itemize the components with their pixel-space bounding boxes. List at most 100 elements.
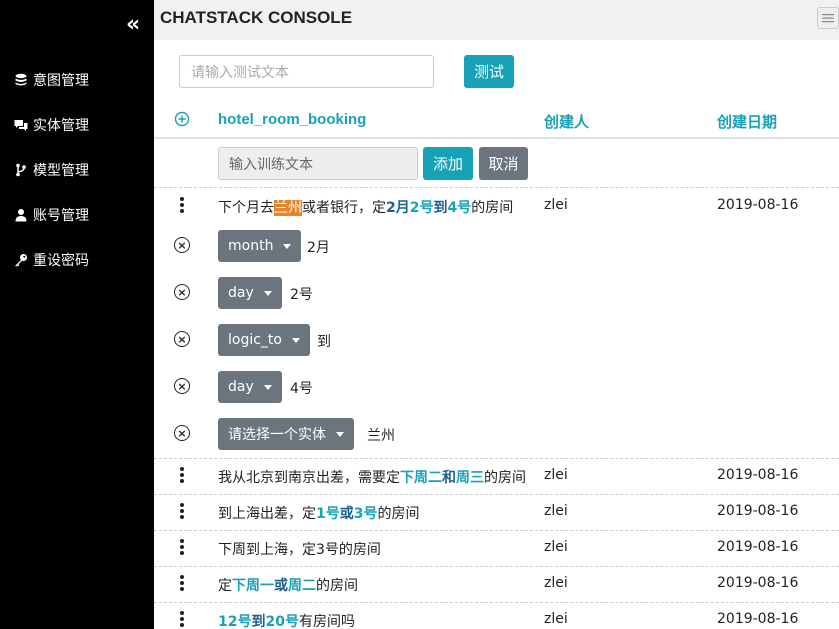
entity-highlight[interactable]: 周三 bbox=[456, 470, 484, 486]
database-icon bbox=[15, 73, 27, 86]
training-text[interactable]: 我从北京到南京出差，需要定下周二和周三的房间 bbox=[218, 467, 526, 487]
remove-entity-icon[interactable]: × bbox=[174, 378, 190, 394]
entity-highlight[interactable]: 兰州 bbox=[274, 200, 302, 216]
caret-down-icon bbox=[263, 384, 272, 390]
entity-highlight[interactable]: 2月 bbox=[386, 200, 410, 216]
row-divider bbox=[154, 566, 839, 567]
row-divider bbox=[154, 187, 839, 188]
entity-highlight[interactable]: 3号 bbox=[354, 506, 378, 522]
date-cell: 2019-08-16 bbox=[717, 575, 799, 591]
row-options-icon[interactable] bbox=[179, 575, 185, 591]
row-options-icon[interactable] bbox=[179, 539, 185, 555]
cancel-button[interactable]: 取消 bbox=[479, 147, 528, 180]
menu-button[interactable] bbox=[817, 7, 839, 29]
entity-highlight[interactable]: 到 bbox=[251, 614, 265, 629]
creator-cell: zlei bbox=[544, 611, 568, 627]
entity-type-dropdown[interactable]: 请选择一个实体 bbox=[218, 418, 354, 450]
row-divider bbox=[154, 458, 839, 459]
training-text[interactable]: 定下周一或周二的房间 bbox=[218, 575, 358, 595]
text-segment: 的房间 bbox=[484, 470, 526, 486]
date-cell: 2019-08-16 bbox=[717, 539, 799, 555]
collapse-sidebar-icon[interactable]: « bbox=[126, 14, 140, 36]
sidebar-item-entity[interactable]: 实体管理 bbox=[14, 115, 89, 135]
sidebar-item-label: 账号管理 bbox=[33, 208, 89, 224]
row-options-icon[interactable] bbox=[179, 197, 185, 213]
sidebar-item-label: 实体管理 bbox=[33, 118, 89, 134]
entity-highlight[interactable]: 1号 bbox=[316, 506, 340, 522]
entity-highlight[interactable]: 或 bbox=[274, 578, 288, 594]
sidebar-item-label: 重设密码 bbox=[33, 253, 89, 269]
entity-highlight[interactable]: 2号 bbox=[410, 200, 434, 216]
sidebar-item-model[interactable]: 模型管理 bbox=[14, 160, 89, 180]
sidebar-item-account[interactable]: 账号管理 bbox=[14, 205, 89, 225]
training-text-input[interactable]: 输入训练文本 bbox=[218, 147, 418, 180]
creator-column-header: 创建人 bbox=[544, 114, 590, 131]
entity-value: 2号 bbox=[290, 287, 313, 303]
entity-type-dropdown[interactable]: month bbox=[218, 230, 302, 262]
text-segment: 下周到上海，定3号的房间 bbox=[218, 542, 381, 558]
sidebar-item-label: 意图管理 bbox=[33, 73, 89, 89]
row-divider bbox=[154, 530, 839, 531]
sidebar-item-reset-password[interactable]: 重设密码 bbox=[14, 250, 89, 270]
menu-icon bbox=[822, 14, 834, 23]
date-cell: 2019-08-16 bbox=[717, 467, 799, 483]
caret-down-icon bbox=[291, 337, 300, 343]
entity-highlight[interactable]: 4号 bbox=[448, 200, 472, 216]
date-cell: 2019-08-16 bbox=[717, 503, 799, 519]
row-options-icon[interactable] bbox=[179, 503, 185, 519]
text-segment: 的房间 bbox=[471, 200, 514, 216]
caret-down-icon bbox=[283, 243, 292, 249]
entity-value: 兰州 bbox=[367, 428, 395, 444]
creator-cell: zlei bbox=[544, 575, 568, 591]
row-options-icon[interactable] bbox=[179, 467, 185, 483]
training-text[interactable]: 到上海出差，定1号或3号的房间 bbox=[218, 503, 420, 523]
entity-highlight[interactable]: 周二 bbox=[288, 578, 316, 594]
text-segment: 下个月去 bbox=[218, 200, 274, 216]
entity-type-dropdown[interactable]: logic_to bbox=[218, 324, 310, 356]
date-cell: 2019-08-16 bbox=[717, 197, 799, 213]
row-divider bbox=[154, 494, 839, 495]
branch-icon bbox=[16, 163, 26, 177]
sidebar-item-intent[interactable]: 意图管理 bbox=[14, 70, 89, 90]
training-text[interactable]: 下周到上海，定3号的房间 bbox=[218, 539, 381, 559]
add-button[interactable]: 添加 bbox=[423, 147, 473, 180]
app-title: CHATSTACK CONSOLE bbox=[160, 8, 353, 27]
top-bar: CHATSTACK CONSOLE bbox=[154, 0, 839, 40]
remove-entity-icon[interactable]: × bbox=[174, 284, 190, 300]
entity-type-dropdown[interactable]: day bbox=[218, 371, 282, 403]
entity-value: 2月 bbox=[307, 240, 330, 256]
entity-highlight[interactable]: 20号 bbox=[265, 614, 298, 629]
text-segment: 我从北京到南京出差，需要定 bbox=[218, 470, 400, 486]
entity-highlight[interactable]: 和 bbox=[442, 470, 456, 486]
entity-value: 4号 bbox=[290, 381, 313, 397]
entity-highlight[interactable]: 下周二 bbox=[400, 470, 442, 486]
entity-value: 到 bbox=[317, 334, 331, 350]
dropdown-label: 请选择一个实体 bbox=[228, 427, 326, 443]
row-options-icon[interactable] bbox=[179, 611, 185, 627]
text-segment: 有房间吗 bbox=[298, 614, 355, 629]
entity-highlight[interactable]: 下周一 bbox=[232, 578, 274, 594]
add-circle-icon[interactable] bbox=[174, 111, 190, 127]
creator-cell: zlei bbox=[544, 539, 568, 555]
entity-highlight[interactable]: 12号 bbox=[218, 614, 251, 629]
date-cell: 2019-08-16 bbox=[717, 611, 799, 627]
remove-entity-icon[interactable]: × bbox=[174, 331, 190, 347]
text-segment: 定 bbox=[218, 578, 232, 594]
dropdown-label: day bbox=[228, 285, 254, 301]
caret-down-icon bbox=[263, 290, 272, 296]
test-text-input[interactable]: 请输入测试文本 bbox=[179, 55, 434, 88]
entity-highlight[interactable]: 到 bbox=[434, 200, 448, 216]
user-icon bbox=[15, 209, 27, 222]
remove-entity-icon[interactable]: × bbox=[174, 425, 190, 441]
test-button[interactable]: 测试 bbox=[464, 55, 514, 88]
text-segment: 的房间 bbox=[316, 578, 358, 594]
entity-highlight[interactable]: 或 bbox=[340, 506, 354, 522]
text-segment: 的房间 bbox=[377, 506, 420, 522]
entity-type-dropdown[interactable]: day bbox=[218, 277, 282, 309]
remove-entity-icon[interactable]: × bbox=[174, 237, 190, 253]
intent-name-header[interactable]: hotel_room_booking bbox=[218, 111, 366, 128]
training-text[interactable]: 12号到20号有房间吗 bbox=[218, 611, 355, 629]
row-divider bbox=[154, 602, 839, 603]
training-text[interactable]: 下个月去兰州或者银行，定2月2号到4号的房间 bbox=[218, 197, 513, 217]
dropdown-label: logic_to bbox=[228, 332, 282, 348]
